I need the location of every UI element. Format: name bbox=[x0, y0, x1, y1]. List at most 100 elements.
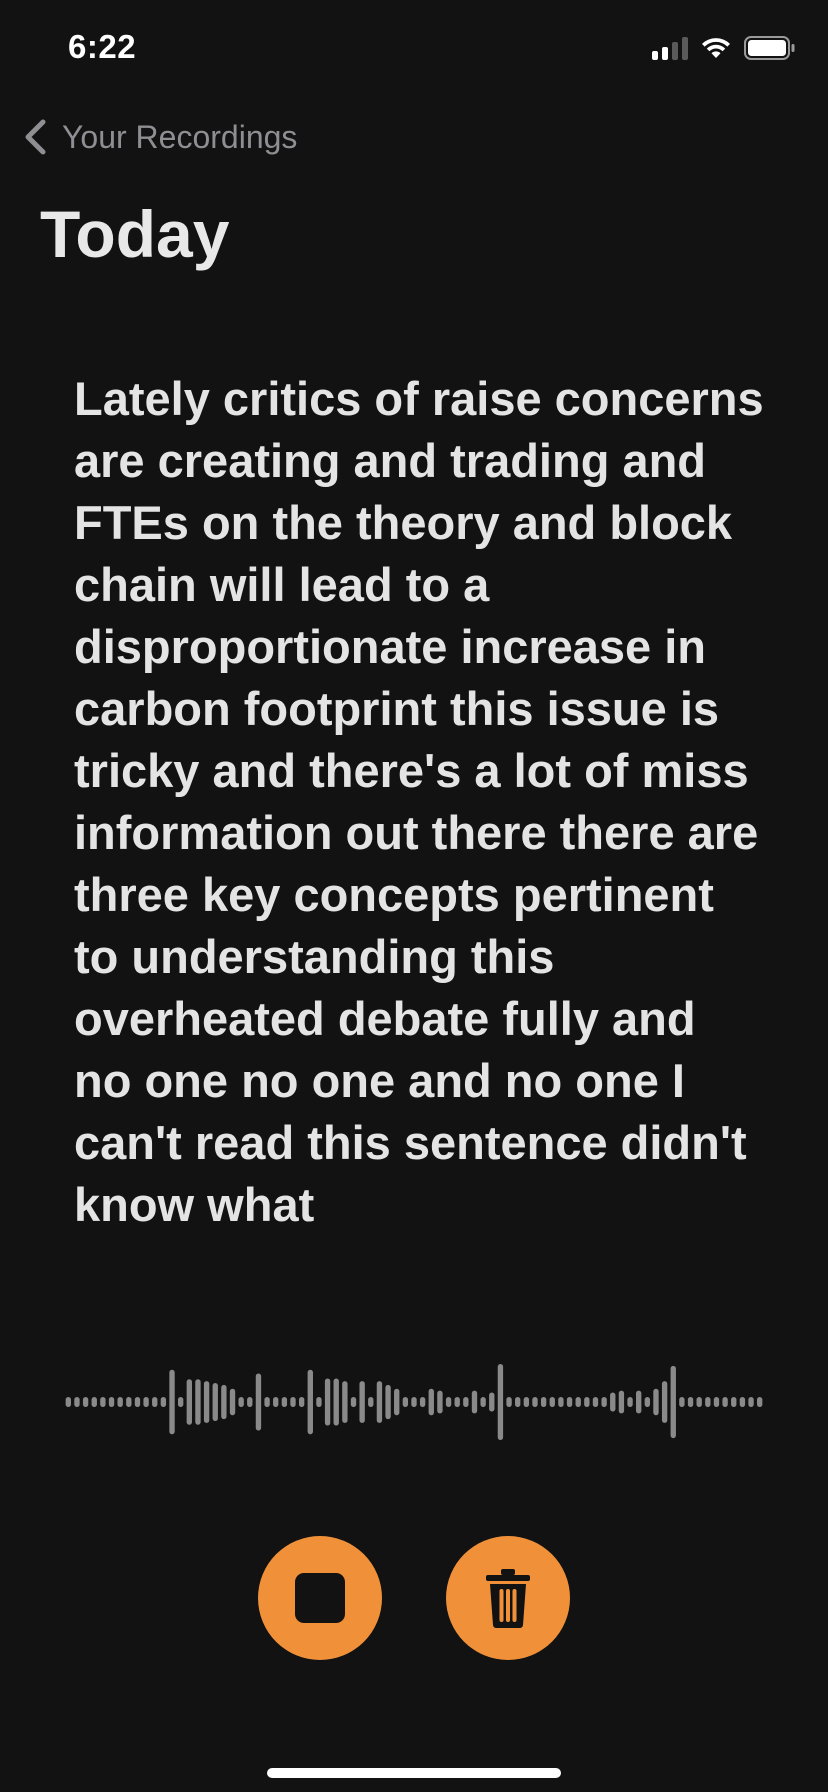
waveform-bar bbox=[108, 1397, 115, 1407]
waveform-bar bbox=[713, 1397, 720, 1407]
waveform-bar bbox=[757, 1397, 763, 1407]
back-button-label: Your Recordings bbox=[62, 118, 298, 155]
waveform-bar bbox=[705, 1397, 711, 1407]
waveform-bar bbox=[195, 1379, 201, 1425]
recording-controls bbox=[0, 1536, 828, 1660]
waveform-bar bbox=[722, 1397, 728, 1407]
waveform-bar bbox=[497, 1364, 504, 1440]
waveform-bar bbox=[126, 1397, 132, 1407]
waveform-bar bbox=[143, 1397, 149, 1407]
waveform-bar bbox=[687, 1397, 694, 1407]
waveform-bar bbox=[636, 1390, 642, 1414]
waveform-bar bbox=[324, 1378, 331, 1426]
waveform-bar bbox=[575, 1397, 581, 1407]
waveform-bar bbox=[394, 1388, 400, 1416]
waveform-bar bbox=[238, 1397, 244, 1407]
waveform-bar bbox=[333, 1378, 339, 1426]
waveform-bar bbox=[566, 1397, 573, 1407]
chevron-left-icon bbox=[25, 119, 46, 155]
waveform-bar bbox=[411, 1397, 417, 1407]
waveform-bar bbox=[523, 1397, 530, 1407]
waveform-bar bbox=[177, 1397, 184, 1407]
waveform-bar bbox=[748, 1397, 754, 1407]
page-title: Today bbox=[40, 197, 230, 271]
wifi-icon bbox=[702, 38, 730, 58]
waveform-bar bbox=[74, 1397, 80, 1407]
waveform-bar bbox=[350, 1397, 357, 1407]
waveform-bar bbox=[100, 1397, 106, 1407]
waveform-bar bbox=[558, 1397, 564, 1407]
waveform-bar bbox=[152, 1397, 158, 1407]
waveform-bar bbox=[480, 1397, 486, 1407]
waveform-bar bbox=[601, 1397, 607, 1407]
waveform-bar bbox=[376, 1381, 383, 1423]
waveform-bar bbox=[117, 1397, 123, 1407]
waveform-bar bbox=[445, 1397, 452, 1407]
waveform-bar bbox=[644, 1397, 651, 1407]
waveform bbox=[65, 1364, 763, 1440]
waveform-bar bbox=[454, 1397, 460, 1407]
stop-button[interactable] bbox=[258, 1536, 382, 1660]
battery-icon bbox=[744, 36, 795, 60]
transcript-text: Lately critics of raise concerns are cre… bbox=[74, 372, 764, 1231]
waveform-bar bbox=[385, 1384, 391, 1420]
waveform-bar bbox=[696, 1397, 702, 1407]
waveform-bar bbox=[653, 1388, 659, 1416]
waveform-bar bbox=[255, 1373, 262, 1431]
status-icons bbox=[652, 36, 796, 60]
waveform-bar bbox=[584, 1397, 590, 1407]
waveform-bar bbox=[247, 1397, 253, 1407]
waveform-bar bbox=[359, 1381, 365, 1423]
waveform-bar bbox=[515, 1397, 521, 1407]
waveform-bar bbox=[368, 1397, 374, 1407]
waveform-bar bbox=[307, 1369, 313, 1435]
waveform-bar bbox=[264, 1397, 270, 1407]
back-button[interactable]: Your Recordings bbox=[22, 118, 297, 156]
waveform-bar bbox=[160, 1397, 167, 1407]
waveform-bar bbox=[186, 1379, 192, 1425]
delete-button[interactable] bbox=[446, 1536, 570, 1660]
transcript-scroll-area[interactable]: Lately critics of raise concerns are cre… bbox=[74, 368, 774, 1270]
waveform-bar bbox=[661, 1381, 668, 1423]
waveform-bar bbox=[402, 1397, 409, 1407]
waveform-bar bbox=[419, 1397, 426, 1407]
waveform-bar bbox=[221, 1384, 227, 1420]
waveform-bar bbox=[229, 1388, 236, 1416]
waveform-bar bbox=[463, 1397, 469, 1407]
waveform-bar bbox=[471, 1390, 478, 1414]
waveform-bar bbox=[618, 1390, 625, 1414]
waveform-bar bbox=[679, 1397, 685, 1407]
home-indicator[interactable] bbox=[267, 1768, 561, 1778]
waveform-bar bbox=[134, 1397, 141, 1407]
waveform-bar bbox=[489, 1392, 495, 1412]
waveform-bar bbox=[627, 1397, 633, 1407]
waveform-bar bbox=[437, 1390, 443, 1414]
waveform-bar bbox=[298, 1397, 305, 1407]
waveform-bar bbox=[532, 1397, 538, 1407]
waveform-bar bbox=[82, 1397, 89, 1407]
waveform-bar bbox=[281, 1397, 288, 1407]
waveform-bar bbox=[428, 1388, 434, 1416]
waveform-bar bbox=[739, 1397, 746, 1407]
trash-icon bbox=[486, 1569, 530, 1628]
waveform-bar bbox=[731, 1397, 737, 1407]
waveform-bar bbox=[203, 1381, 210, 1423]
waveform-bar bbox=[549, 1397, 555, 1407]
status-bar: 6:22 bbox=[0, 0, 828, 100]
waveform-bar bbox=[610, 1392, 616, 1412]
waveform-bar bbox=[273, 1397, 279, 1407]
waveform-bar bbox=[169, 1369, 175, 1435]
waveform-bar bbox=[316, 1397, 322, 1407]
waveform-bar bbox=[670, 1365, 676, 1439]
waveform-bar bbox=[290, 1397, 296, 1407]
waveform-bar bbox=[506, 1397, 512, 1407]
waveform-bar bbox=[91, 1397, 97, 1407]
waveform-bar bbox=[212, 1383, 218, 1421]
waveform-bar bbox=[342, 1381, 348, 1423]
waveform-bar bbox=[540, 1397, 547, 1407]
stop-icon bbox=[295, 1573, 345, 1623]
waveform-bar bbox=[592, 1397, 599, 1407]
status-time: 6:22 bbox=[68, 28, 137, 65]
signal-icon bbox=[652, 36, 688, 60]
waveform-bar bbox=[65, 1397, 71, 1407]
